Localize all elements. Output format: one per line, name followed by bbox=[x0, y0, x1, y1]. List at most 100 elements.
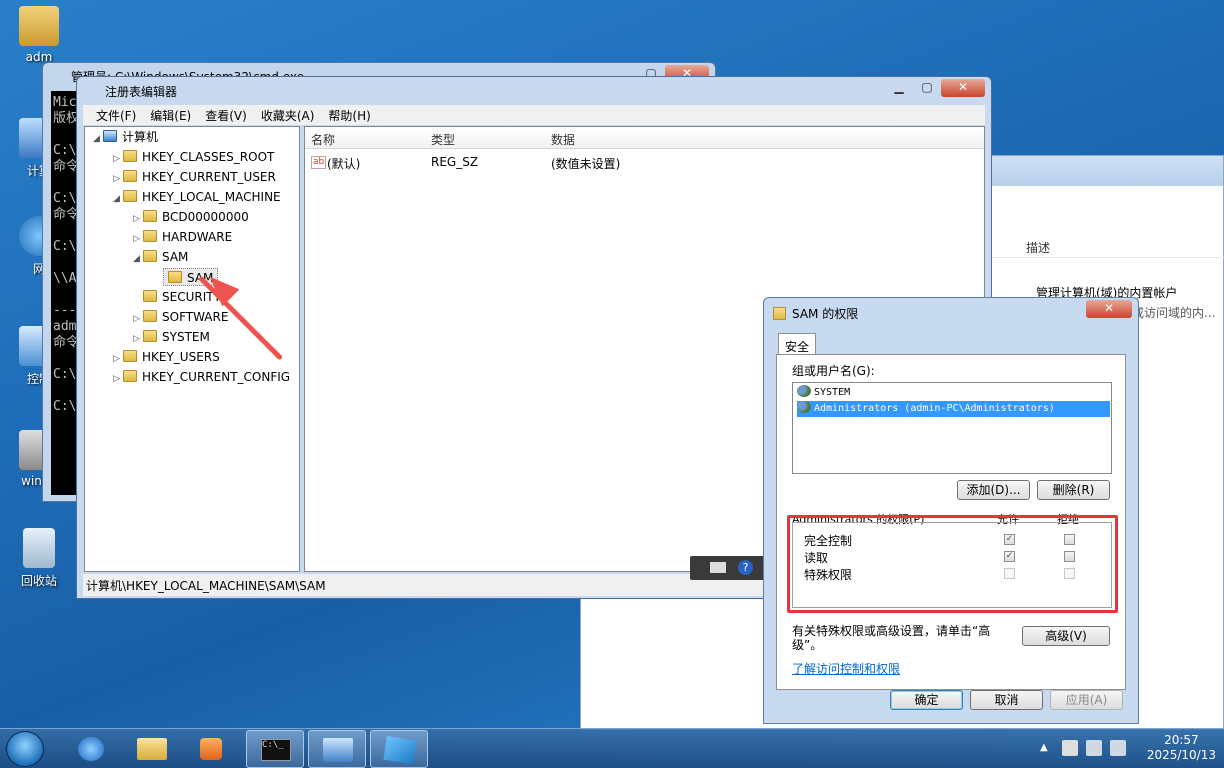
remove-button[interactable]: 删除(R) bbox=[1037, 480, 1110, 500]
list-item[interactable]: SYSTEM bbox=[797, 385, 850, 401]
tree-item-software[interactable]: ▷ SOFTWARE bbox=[133, 308, 228, 326]
menu-file[interactable]: 文件(F) bbox=[89, 105, 143, 125]
folder-icon bbox=[143, 330, 157, 342]
value-type: REG_SZ bbox=[431, 155, 479, 169]
start-button[interactable] bbox=[6, 731, 44, 767]
expand-icon[interactable]: ▷ bbox=[113, 370, 123, 388]
tree-item-hardware[interactable]: ▷ HARDWARE bbox=[133, 228, 232, 246]
annotation-highlight-box bbox=[787, 515, 1118, 613]
expand-icon[interactable]: ▷ bbox=[113, 350, 123, 368]
dialog-title: SAM 的权限 bbox=[792, 307, 859, 321]
taskbar-ie[interactable] bbox=[62, 730, 120, 768]
menu-bar: 文件(F) 编辑(E) 查看(V) 收藏夹(A) 帮助(H) bbox=[83, 105, 985, 125]
close-button[interactable]: ✕ bbox=[1086, 300, 1132, 318]
folder-icon bbox=[123, 170, 137, 182]
users-list[interactable]: SYSTEM Administrators (admin-PC\Administ… bbox=[792, 382, 1112, 474]
menu-help[interactable]: 帮助(H) bbox=[321, 105, 377, 125]
menu-edit[interactable]: 编辑(E) bbox=[143, 105, 198, 125]
expand-icon[interactable]: ▷ bbox=[113, 150, 123, 168]
group-users-label: 组或用户名(G): bbox=[792, 364, 875, 378]
folder-icon bbox=[168, 271, 182, 283]
access-control-help-link[interactable]: 了解访问控制和权限 bbox=[792, 660, 900, 677]
expand-icon[interactable]: ▷ bbox=[113, 170, 123, 188]
folder-icon bbox=[123, 370, 137, 382]
taskbar-cmd[interactable]: C:\_ bbox=[246, 730, 304, 768]
apply-button: 应用(A) bbox=[1050, 690, 1123, 710]
tree-item-hkcc[interactable]: ▷ HKEY_CURRENT_CONFIG bbox=[113, 368, 290, 386]
minimize-button[interactable]: ▁ bbox=[885, 79, 913, 97]
taskbar-explorer[interactable] bbox=[122, 730, 180, 768]
tree-item-system[interactable]: ▷ SYSTEM bbox=[133, 328, 210, 346]
taskbar-media-player[interactable] bbox=[182, 730, 240, 768]
user-group-icon bbox=[797, 401, 811, 413]
keyboard-icon[interactable] bbox=[710, 562, 726, 573]
regedit-icon bbox=[383, 736, 417, 764]
clock[interactable]: 20:57 2025/10/13 bbox=[1147, 733, 1216, 763]
tree-item-computer[interactable]: ◢ 计算机 bbox=[93, 128, 158, 146]
tree-item-hkcu[interactable]: ▷ HKEY_CURRENT_USER bbox=[113, 168, 276, 186]
regedit-title: 注册表编辑器 bbox=[105, 85, 178, 99]
user-name: SYSTEM bbox=[814, 387, 851, 398]
user-name: Administrators (admin-PC\Administrators) bbox=[814, 403, 1055, 414]
language-bar[interactable]: ? bbox=[690, 556, 766, 580]
volume-muted-icon[interactable] bbox=[1110, 740, 1126, 756]
list-item[interactable]: Administrators (admin-PC\Administrators) bbox=[797, 401, 1110, 417]
recycle-bin-icon bbox=[23, 528, 55, 568]
expand-icon[interactable]: ▷ bbox=[133, 330, 143, 348]
tree-item-hku[interactable]: ▷ HKEY_USERS bbox=[113, 348, 220, 366]
tree-item-bcd[interactable]: ▷ BCD00000000 bbox=[133, 208, 249, 226]
maximize-button[interactable]: ▢ bbox=[913, 79, 941, 97]
folder-icon bbox=[123, 190, 137, 202]
taskbar-regedit[interactable] bbox=[370, 730, 428, 768]
folder-icon bbox=[143, 230, 157, 242]
column-header-name[interactable]: 名称 bbox=[311, 131, 335, 148]
expand-icon[interactable]: ▷ bbox=[133, 310, 143, 328]
tree-item-sam[interactable]: ◢ SAM bbox=[133, 248, 188, 266]
collapse-icon[interactable]: ◢ bbox=[93, 130, 103, 148]
desktop-icon-admin[interactable]: adm bbox=[6, 6, 72, 64]
column-header-description[interactable]: 描述 bbox=[1026, 239, 1050, 256]
list-header: 名称 类型 数据 bbox=[305, 127, 984, 149]
tree-item-label: HKEY_LOCAL_MACHINE bbox=[142, 190, 281, 204]
tree-item-label: 计算机 bbox=[122, 130, 159, 144]
tree-item-hkcr[interactable]: ▷ HKEY_CLASSES_ROOT bbox=[113, 148, 274, 166]
computer-management-icon bbox=[323, 738, 353, 762]
expand-icon[interactable]: ▷ bbox=[133, 210, 143, 228]
tree-item-hklm[interactable]: ◢ HKEY_LOCAL_MACHINE bbox=[113, 188, 281, 206]
taskbar-user-accounts[interactable] bbox=[308, 730, 366, 768]
add-button[interactable]: 添加(D)... bbox=[957, 480, 1030, 500]
value-data: (数值未设置) bbox=[551, 157, 621, 171]
column-header-data[interactable]: 数据 bbox=[551, 131, 575, 148]
collapse-icon[interactable]: ◢ bbox=[133, 250, 143, 268]
clock-time: 20:57 bbox=[1164, 733, 1199, 747]
desktop-icon-label: 回收站 bbox=[20, 574, 57, 588]
internet-explorer-icon bbox=[78, 737, 104, 761]
close-button[interactable]: ✕ bbox=[941, 79, 985, 97]
expand-icon[interactable]: ▷ bbox=[133, 230, 143, 248]
computer-icon bbox=[103, 130, 117, 142]
collapse-icon[interactable]: ◢ bbox=[113, 190, 123, 208]
permissions-dialog[interactable]: SAM 的权限 ✕ 安全 组或用户名(G): SYSTEM Administra… bbox=[763, 297, 1139, 724]
desktop-icon-recycle-bin[interactable]: 回收站 bbox=[6, 528, 72, 589]
folder-icon bbox=[773, 307, 786, 320]
advanced-button[interactable]: 高级(V) bbox=[1022, 626, 1110, 646]
folder-icon bbox=[143, 250, 157, 262]
tab-security[interactable]: 安全 bbox=[778, 333, 816, 355]
cancel-button[interactable]: 取消 bbox=[970, 690, 1043, 710]
tree-item-label: HKEY_CURRENT_USER bbox=[142, 170, 276, 184]
ok-button[interactable]: 确定 bbox=[890, 690, 963, 710]
tree-item-label: HKEY_CURRENT_CONFIG bbox=[142, 370, 291, 384]
folder-icon bbox=[143, 310, 157, 322]
column-header-type[interactable]: 类型 bbox=[431, 131, 455, 148]
menu-favorites[interactable]: 收藏夹(A) bbox=[254, 105, 322, 125]
folder-icon bbox=[123, 150, 137, 162]
action-center-icon[interactable] bbox=[1062, 740, 1078, 756]
advanced-hint: 有关特殊权限或高级设置，请单击“高级”。 bbox=[792, 624, 991, 652]
value-name: (默认) bbox=[327, 157, 361, 171]
network-icon[interactable] bbox=[1086, 740, 1102, 756]
tree-item-label: SAM bbox=[162, 250, 189, 264]
menu-view[interactable]: 查看(V) bbox=[198, 105, 254, 125]
help-icon[interactable]: ? bbox=[738, 560, 753, 575]
show-hidden-icons[interactable]: ▲ bbox=[1040, 742, 1048, 753]
file-explorer-icon bbox=[137, 738, 167, 760]
